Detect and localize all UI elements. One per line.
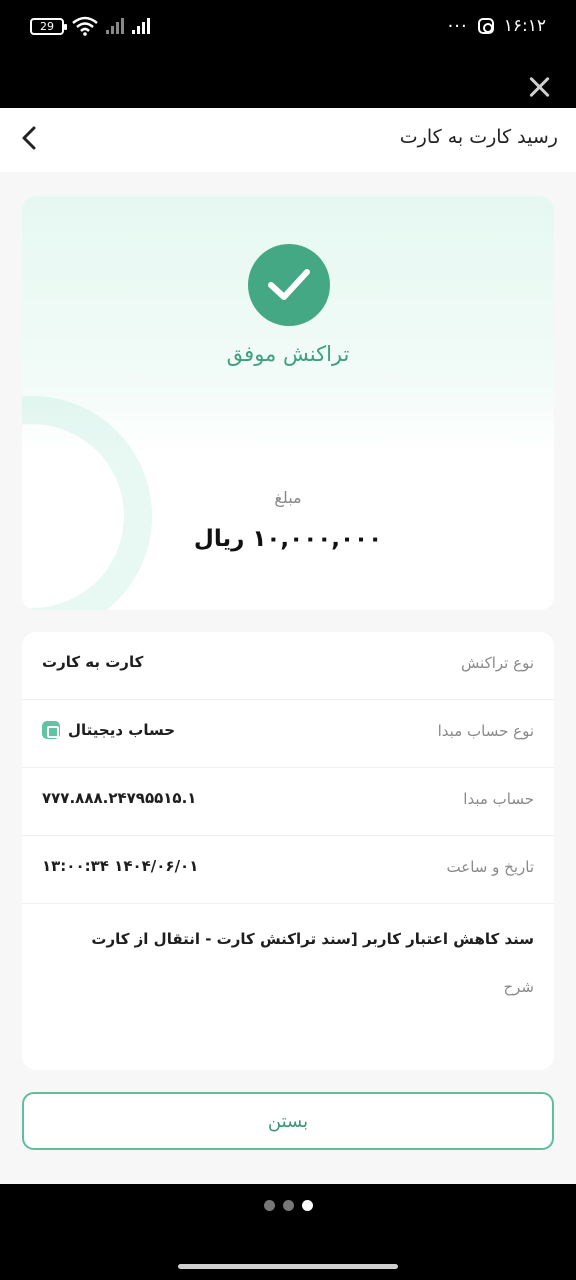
battery-level: 29 xyxy=(40,19,54,33)
bottom-bar xyxy=(0,1184,576,1280)
signal-icon-sim1 xyxy=(106,18,124,34)
detail-row-source-account-type: نوع حساب مبدا حساب دیجیتال xyxy=(22,700,554,768)
detail-row-transaction-type: نوع تراکنش کارت به کارت xyxy=(22,632,554,700)
instagram-icon xyxy=(477,18,494,34)
detail-value: ۷۷۷.۸۸۸.۲۴۷۹۵۵۱۵.۱ xyxy=(42,789,196,807)
detail-value: کارت به کارت xyxy=(42,653,143,671)
page-dot[interactable] xyxy=(282,1200,294,1211)
page-dot[interactable] xyxy=(263,1200,275,1211)
detail-label: حساب مبدا xyxy=(463,790,534,808)
page-title: رسید کارت به کارت xyxy=(399,126,558,148)
detail-row-source-account: حساب مبدا ۷۷۷.۸۸۸.۲۴۷۹۵۵۱۵.۱ xyxy=(22,768,554,836)
details-card: نوع تراکنش کارت به کارت نوع حساب مبدا حس… xyxy=(22,632,554,1070)
detail-label: نوع حساب مبدا xyxy=(437,722,534,740)
description-value: سند کاهش اعتبار کاربر [سند تراکنش کارت -… xyxy=(91,930,534,948)
app-header: رسید کارت به کارت xyxy=(0,108,576,172)
detail-row-datetime: تاریخ و ساعت ۱۴۰۴/۰۶/۰۱ ۱۳:۰۰:۳۴ xyxy=(22,836,554,904)
page-indicator xyxy=(0,1200,576,1211)
back-button[interactable] xyxy=(14,122,46,154)
more-notifications-icon: ··· xyxy=(447,15,468,37)
description-label: شرح xyxy=(503,978,534,996)
close-button[interactable]: بستن xyxy=(22,1092,554,1150)
detail-value-text: حساب دیجیتال xyxy=(68,721,176,739)
wifi-icon xyxy=(72,16,98,36)
home-indicator[interactable] xyxy=(178,1264,398,1269)
detail-value-text: ۷۷۷.۸۸۸.۲۴۷۹۵۵۱۵.۱ xyxy=(42,789,197,807)
digital-wallet-icon xyxy=(42,721,60,739)
detail-label: تاریخ و ساعت xyxy=(446,858,534,876)
status-bar: 29 ··· ۱۶:۱۲ xyxy=(0,0,576,52)
page-dot-active[interactable] xyxy=(301,1200,313,1211)
close-icon[interactable] xyxy=(528,76,550,98)
transaction-status: تراکنش موفق xyxy=(226,342,350,366)
amount-label: مبلغ xyxy=(274,488,302,507)
status-left: 29 xyxy=(30,14,150,38)
amount-value: ۱۰,۰۰۰,۰۰۰ ریال xyxy=(193,526,383,552)
detail-value-text: کارت به کارت xyxy=(42,653,144,671)
status-right: ··· ۱۶:۱۲ xyxy=(448,12,546,40)
detail-value-text: ۱۴۰۴/۰۶/۰۱ ۱۳:۰۰:۳۴ xyxy=(42,857,199,875)
detail-value: حساب دیجیتال xyxy=(42,721,175,739)
receipt-screen: رسید کارت به کارت تراکنش موفق مبلغ ۱۰,۰۰… xyxy=(0,108,576,1184)
success-check-icon xyxy=(248,244,330,326)
sheet-top-strip xyxy=(0,52,576,108)
receipt-card: تراکنش موفق مبلغ ۱۰,۰۰۰,۰۰۰ ریال xyxy=(22,196,554,610)
detail-label: نوع تراکنش xyxy=(460,654,534,672)
detail-value: ۱۴۰۴/۰۶/۰۱ ۱۳:۰۰:۳۴ xyxy=(42,857,198,875)
chevron-left-icon xyxy=(22,126,36,150)
clock: ۱۶:۱۲ xyxy=(503,16,546,36)
battery-icon: 29 xyxy=(30,17,67,35)
signal-icon-sim2 xyxy=(132,18,150,34)
